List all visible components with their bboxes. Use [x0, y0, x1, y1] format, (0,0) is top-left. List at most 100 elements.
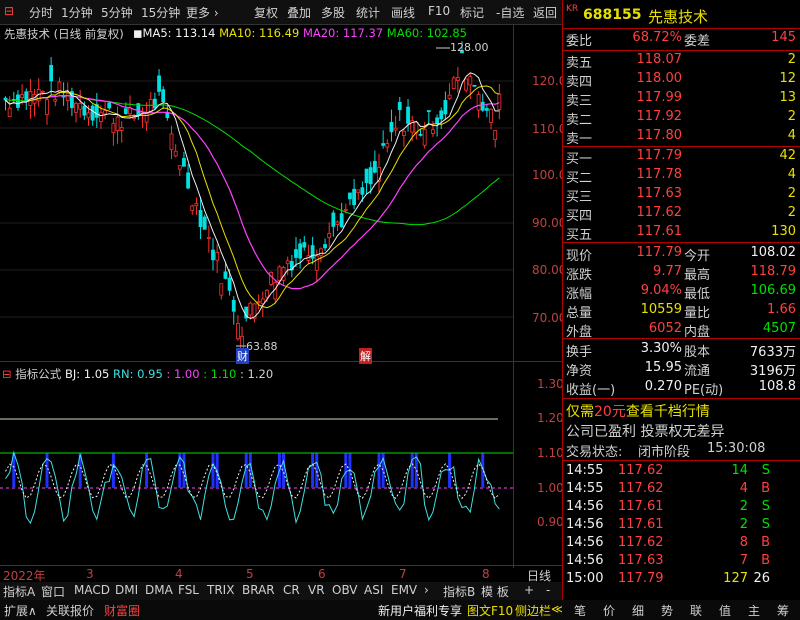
wealth-circle-button[interactable]: 财富圈: [104, 602, 140, 619]
tick-side: B: [761, 535, 770, 550]
candle-body: [476, 94, 481, 111]
sell-volume: 2: [787, 109, 796, 124]
candle-body: [343, 208, 348, 211]
settings-icon[interactable]: ⊟: [4, 4, 14, 18]
buy-volume: 130: [771, 224, 796, 239]
draw-line-button[interactable]: 画线: [391, 4, 415, 21]
mark-button[interactable]: 标记: [460, 4, 484, 21]
high-annotation: 128.00: [450, 41, 489, 54]
candle-body: [397, 102, 402, 111]
quote-tab[interactable]: 价: [603, 602, 615, 619]
stat-value: 1.66: [767, 302, 796, 317]
candle-body: [157, 75, 161, 92]
remove-pane-button[interactable]: -: [546, 583, 550, 597]
tab-indicator-b[interactable]: 指标B: [443, 583, 475, 600]
tick-price: 117.62: [618, 535, 664, 550]
fundamental-value: 3196万: [749, 364, 796, 379]
candle-body: [269, 271, 274, 285]
tab-more[interactable]: 更多 ›: [186, 4, 219, 21]
indicator-bar: [282, 453, 286, 488]
tab-asi[interactable]: ASI: [364, 583, 383, 597]
tab-template[interactable]: 模 板: [481, 583, 509, 600]
candle-body: [74, 103, 78, 113]
fundamental-row: 收益(一) 0.270 PE(动) 108.8: [562, 379, 800, 398]
tab-macd[interactable]: MACD: [74, 583, 110, 597]
indicator-bar: [344, 453, 348, 488]
overlay-button[interactable]: 叠加: [287, 4, 311, 21]
expand-button[interactable]: 扩展∧: [4, 602, 37, 619]
remove-watchlist-button[interactable]: -自选: [496, 4, 524, 21]
candle-body: [86, 112, 91, 119]
buy-level-label: 买二: [566, 171, 593, 186]
tab-dmi[interactable]: DMI: [115, 583, 138, 597]
tab-cr[interactable]: CR: [283, 583, 300, 597]
promo-link[interactable]: 新用户福利专享: [378, 602, 462, 619]
stock-title: KR 688155 先惠技术: [562, 4, 800, 26]
f10-text-button[interactable]: 图文F10: [467, 602, 513, 619]
fundamental-row: 换手 3.30% 股本 7633万: [562, 341, 800, 360]
indicator-bar: [145, 453, 149, 488]
candle-body: [389, 121, 394, 133]
sell-level-row: 卖二 117.92 2: [562, 109, 800, 128]
candle-body: [223, 271, 228, 279]
tab-brar[interactable]: BRAR: [242, 583, 275, 597]
quote-tab[interactable]: 主: [748, 602, 760, 619]
buy-volume: 42: [779, 148, 796, 163]
kline-chart-area[interactable]: 先惠技术 (日线 前复权) ◼MA5: 113.14 MA10: 116.49 …: [0, 24, 566, 583]
sell-volume: 2: [787, 52, 796, 67]
tab-obv[interactable]: OBV: [332, 583, 358, 597]
f10-button[interactable]: F10: [428, 4, 450, 18]
trade-status: 交易状态: 闭市阶段 15:30:08: [562, 441, 800, 460]
sidebar-button[interactable]: 侧边栏: [515, 602, 551, 619]
candle-body: [418, 133, 423, 136]
buy-level-label: 买四: [566, 209, 593, 224]
stat-label: 今开: [684, 249, 711, 264]
candle-body: [182, 158, 186, 167]
multi-stock-button[interactable]: 多股: [321, 4, 345, 21]
tab-15min[interactable]: 15分钟: [141, 4, 180, 21]
quote-tab[interactable]: 势: [661, 602, 673, 619]
candle-body: [24, 91, 29, 102]
candle-body: [472, 84, 477, 87]
chevron-right-icon[interactable]: ›: [424, 583, 429, 597]
buy-level-label: 买一: [566, 152, 593, 167]
level2-promo[interactable]: 仅需20元查看千档行情: [562, 401, 800, 420]
add-pane-button[interactable]: +: [524, 583, 534, 597]
tick-volume: 2: [739, 517, 748, 532]
buy-volume: 2: [787, 205, 796, 220]
tick-row: 14:56 117.61 2 S: [562, 517, 800, 536]
fundamental-label: 换手: [566, 345, 593, 360]
candle-body: [364, 168, 369, 184]
sell-price: 118.00: [636, 71, 683, 86]
tick-price: 117.61: [618, 517, 664, 532]
tab-vr[interactable]: VR: [308, 583, 325, 597]
tab-dma[interactable]: DMA: [145, 583, 173, 597]
quote-tab[interactable]: 细: [632, 602, 644, 619]
candle-body: [497, 93, 502, 110]
candle-body: [401, 130, 406, 136]
back-button[interactable]: 返回: [533, 4, 557, 21]
quote-tab[interactable]: 联: [690, 602, 702, 619]
indicator-tabs: 指标A 窗口 MACD DMI DMA FSL TRIX BRAR CR VR …: [0, 582, 562, 600]
stats-button[interactable]: 统计: [356, 4, 380, 21]
sell-level-row: 卖一 117.80 4: [562, 128, 800, 147]
tab-fenshi[interactable]: 分时: [29, 4, 53, 21]
tab-5min[interactable]: 5分钟: [101, 4, 133, 21]
fundamental-value: 15.95: [644, 360, 682, 375]
fundamental-label: 收益(一): [566, 383, 616, 398]
candle-body: [161, 89, 166, 103]
fuquan-button[interactable]: 复权: [254, 4, 278, 21]
quote-tab[interactable]: 笔: [574, 602, 586, 619]
tab-fsl[interactable]: FSL: [178, 583, 199, 597]
divider: [562, 398, 800, 399]
tab-trix[interactable]: TRIX: [207, 583, 234, 597]
tab-emv[interactable]: EMV: [391, 583, 417, 597]
related-quotes-button[interactable]: 关联报价: [46, 602, 94, 619]
quote-tab[interactable]: 值: [719, 602, 731, 619]
weibi-value: 68.72%: [632, 30, 682, 45]
candle-body: [128, 107, 132, 115]
tab-1min[interactable]: 1分钟: [61, 4, 93, 21]
quote-tab[interactable]: 筹: [777, 602, 789, 619]
tab-window[interactable]: 窗口: [41, 583, 65, 600]
tab-indicator-a[interactable]: 指标A: [3, 583, 35, 600]
